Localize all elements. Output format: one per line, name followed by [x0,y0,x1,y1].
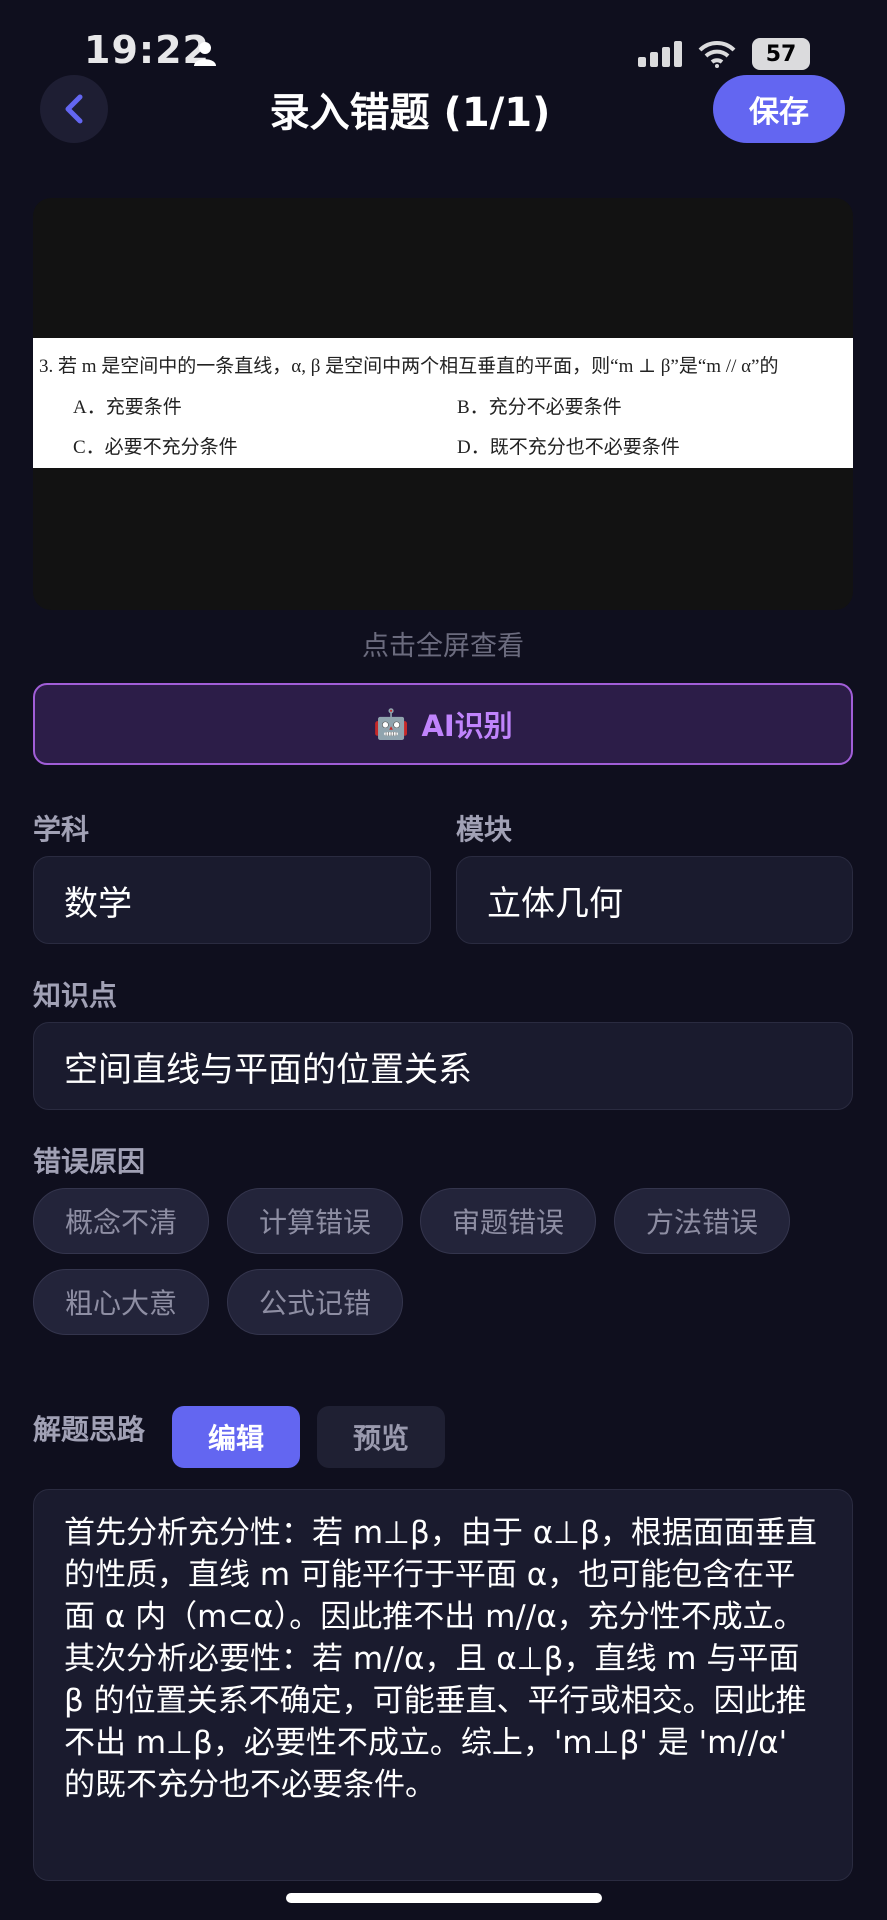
fullscreen-hint[interactable]: 点击全屏查看 [33,624,853,663]
page-title: 录入错题 (1/1) [269,90,551,136]
battery-indicator: 57 [752,38,810,70]
module-field[interactable]: 立体几何 [456,856,853,944]
reason-chip-concept[interactable]: 概念不清 [33,1188,209,1254]
approach-label: 解题思路 [33,1413,146,1446]
home-indicator[interactable] [286,1893,602,1903]
reason-chip-reading[interactable]: 审题错误 [420,1188,596,1254]
tab-preview[interactable]: 预览 [317,1406,445,1468]
error-reason-label: 错误原因 [33,1145,146,1178]
robot-icon: 🤖 [373,706,410,741]
subject-label: 学科 [33,813,90,846]
wifi-icon [698,40,736,68]
reason-chip-method[interactable]: 方法错误 [614,1188,790,1254]
knowledge-label: 知识点 [33,979,118,1012]
status-indicators: 57 [638,36,810,72]
tab-edit[interactable]: 编辑 [172,1406,300,1468]
option-a: A．充要条件 [73,397,182,418]
ai-recognize-button[interactable]: 🤖 AI识别 [33,683,853,765]
save-button[interactable]: 保存 [713,75,845,143]
option-b: B．充分不必要条件 [457,397,622,418]
ai-recognize-label: AI识别 [421,709,513,743]
option-d: D．既不充分也不必要条件 [457,437,680,458]
knowledge-field[interactable]: 空间直线与平面的位置关系 [33,1022,853,1110]
person-icon [194,42,216,66]
question-image[interactable]: 3. 若 m 是空间中的一条直线，α, β 是空间中两个相互垂直的平面，则“m … [33,198,853,610]
module-label: 模块 [456,813,513,846]
chevron-left-icon [65,94,83,124]
back-button[interactable] [40,75,108,143]
reason-chip-formula[interactable]: 公式记错 [227,1269,403,1335]
subject-field[interactable]: 数学 [33,856,431,944]
reason-chip-calculation[interactable]: 计算错误 [227,1188,403,1254]
option-c: C．必要不充分条件 [73,437,238,458]
approach-textarea[interactable]: 首先分析充分性：若 m⊥β，由于 α⊥β，根据面面垂直的性质，直线 m 可能平行… [33,1489,853,1881]
question-image-content: 3. 若 m 是空间中的一条直线，α, β 是空间中两个相互垂直的平面，则“m … [33,338,853,468]
reason-chip-careless[interactable]: 粗心大意 [33,1269,209,1335]
cellular-signal-icon [638,41,682,67]
question-stem: 3. 若 m 是空间中的一条直线，α, β 是空间中两个相互垂直的平面，则“m … [39,356,779,377]
